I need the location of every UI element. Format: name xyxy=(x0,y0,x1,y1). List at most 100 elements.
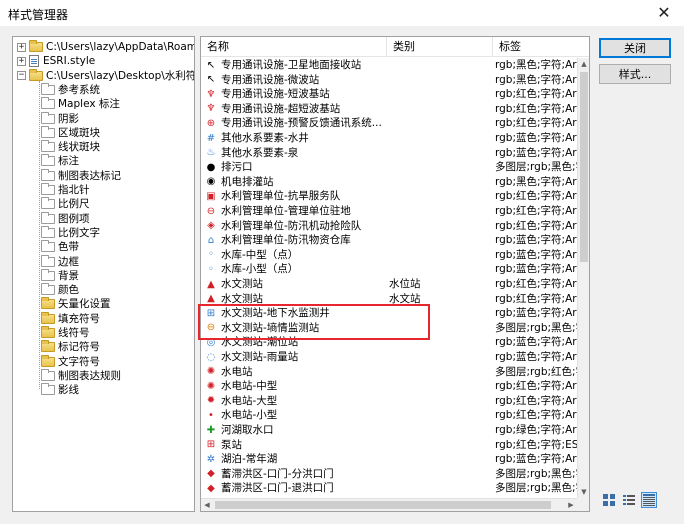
list-item[interactable]: ⊕ 专用通讯设施-预警反馈通讯系统... rgb;红色;字符;Arial xyxy=(201,116,577,131)
list-item[interactable]: ✚ 河湖取水口 rgb;绿色;字符;Arial xyxy=(201,423,577,438)
tree-child-item[interactable]: 比例文字 xyxy=(41,225,100,240)
list-item[interactable]: ♆ 专用通讯设施-短波基站 rgb;红色;字符;Arial xyxy=(201,87,577,102)
symbol-tags: rgb;红色;字符;Arial xyxy=(495,292,577,305)
list-item[interactable]: ✺ 水电站 多图层;rgb;红色;字 xyxy=(201,365,577,380)
list-item[interactable]: ◈ 水利管理单位-防汛机动抢险队 rgb;红色;字符;Arial xyxy=(201,219,577,234)
list-item[interactable]: ◦ 水库-小型（点） rgb;蓝色;字符;Arial xyxy=(201,262,577,277)
tree-child-item[interactable]: 制图表达规则 xyxy=(41,368,121,383)
scroll-down-icon[interactable]: ▼ xyxy=(578,486,589,498)
tree-child-item[interactable]: 参考系统 xyxy=(41,82,100,97)
tree-child-item[interactable]: 背景 xyxy=(41,268,79,283)
tree-item-label: 背景 xyxy=(58,269,79,282)
tree-child-item[interactable]: Maplex 标注 xyxy=(41,97,120,111)
symbol-category xyxy=(389,131,493,146)
list-item[interactable]: ✹ 水电站-大型 rgb;红色;字符;Arial xyxy=(201,394,577,409)
tree-child-item[interactable]: 色带 xyxy=(41,240,79,254)
list-item[interactable]: ♨ 其他水系要素-泉 rgb;蓝色;字符;Arial xyxy=(201,146,577,161)
folder-icon xyxy=(41,82,55,95)
tree-item-label: 边框 xyxy=(58,255,79,268)
tree-child-item[interactable]: 文字符号 xyxy=(41,354,100,369)
horizontal-scrollbar[interactable]: ◀ ▶ xyxy=(201,498,577,511)
tree-child-item[interactable]: 线符号 xyxy=(41,326,90,340)
scroll-up-icon[interactable]: ▲ xyxy=(578,58,589,70)
list-item[interactable]: ● 排污口 多图层;rgb;黑色;字 xyxy=(201,160,577,175)
close-button[interactable]: 关闭 xyxy=(599,38,671,58)
list-item[interactable]: ♆ 专用通讯设施-超短波基站 rgb;红色;字符;Arial xyxy=(201,102,577,117)
list-item[interactable]: ◆ 蓄滞洪区-口门-退洪口门 多图层;rgb;黑色;字 xyxy=(201,481,577,496)
tree-root-item[interactable]: − C:\Users\lazy\Desktop\水利符号库 xyxy=(17,68,194,83)
list-view-button[interactable] xyxy=(621,492,637,508)
tree-root-item[interactable]: + C:\Users\lazy\AppData\Roaming\E xyxy=(17,40,194,54)
column-header-category[interactable]: 类别 xyxy=(387,37,493,57)
tree-child-item[interactable]: 影线 xyxy=(41,383,79,397)
list-item[interactable]: ⌂ 水利管理单位-防汛物资仓库 rgb;蓝色;字符;Arial xyxy=(201,233,577,248)
symbol-name-cell: ⊞ 泵站 xyxy=(205,438,387,453)
tree-child-item[interactable]: 颜色 xyxy=(41,283,79,297)
list-item[interactable]: ⊖ 水文测站-墒情监测站 多图层;rgb;黑色;字 xyxy=(201,321,577,336)
large-icons-view-button[interactable] xyxy=(601,492,617,508)
symbol-name-cell: ✺ 水电站 xyxy=(205,365,387,380)
symbol-category xyxy=(389,116,493,131)
tree-child-item[interactable]: 线状斑块 xyxy=(41,140,100,154)
list-item[interactable]: ⊞ 水文测站-地下水监测井 rgb;蓝色;字符;Arial xyxy=(201,306,577,321)
symbol-name: 水利管理单位-抗旱服务队 xyxy=(221,190,341,203)
tree-child-item[interactable]: 标记符号 xyxy=(41,340,100,354)
expand-icon[interactable]: + xyxy=(17,42,26,52)
tree-item-label: Maplex 标注 xyxy=(58,98,120,111)
tree-root-item[interactable]: + ESRI.style xyxy=(17,54,95,68)
list-item[interactable]: ◦ 水库-中型（点） rgb;蓝色;字符;Arial xyxy=(201,248,577,263)
tree-child-item[interactable]: 制图表达标记 xyxy=(41,168,121,183)
vertical-scrollbar[interactable]: ▲ ▼ xyxy=(577,58,589,498)
tree-child-item[interactable]: 区域斑块 xyxy=(41,125,100,140)
symbol-tags: rgb;红色;字符;Arial xyxy=(495,88,577,101)
list-item[interactable]: # 其他水系要素-水井 rgb;蓝色;字符;Arial xyxy=(201,131,577,146)
tree-child-item[interactable]: 矢量化设置 xyxy=(41,297,111,311)
scroll-right-icon[interactable]: ▶ xyxy=(565,499,577,511)
symbol-name-cell: ✚ 河湖取水口 xyxy=(205,423,387,438)
list-item[interactable]: ↖ 专用通讯设施-微波站 rgb;黑色;字符;Arial xyxy=(201,73,577,88)
styles-button[interactable]: 样式... xyxy=(599,64,671,84)
style-tree[interactable]: + C:\Users\lazy\AppData\Roaming\E + ESRI.st… xyxy=(12,36,195,512)
column-header-tags[interactable]: 标签 xyxy=(493,37,589,57)
list-item[interactable]: ✺ 水电站-中型 rgb;红色;字符;Arial xyxy=(201,379,577,394)
list-item[interactable]: ◎ 水文测站-潮位站 rgb;蓝色;字符;Arial xyxy=(201,335,577,350)
list-item[interactable]: ◌ 水文测站-雨量站 rgb;蓝色;字符;Arial xyxy=(201,350,577,365)
column-header-name[interactable]: 名称 xyxy=(201,37,387,57)
tree-child-item[interactable]: 填充符号 xyxy=(41,311,100,326)
tree-child-item[interactable]: 指北针 xyxy=(41,183,90,197)
title-bar: 样式管理器 ✕ xyxy=(0,0,684,26)
folder-icon xyxy=(41,311,55,324)
symbol-name-cell: ◆ 蓄滞洪区-口门-分洪口门 xyxy=(205,467,387,482)
folder-icon xyxy=(29,68,43,81)
tree-item-label: 参考系统 xyxy=(58,83,100,96)
window-close-icon[interactable]: ✕ xyxy=(650,0,678,24)
details-view-button[interactable] xyxy=(641,492,657,508)
symbol-tags: rgb;红色;字符;Arial xyxy=(495,117,577,130)
list-item[interactable]: ▲ 水文测站 水文站 rgb;红色;字符;Arial xyxy=(201,292,577,307)
folder-icon xyxy=(41,140,55,153)
list-item[interactable]: ✲ 湖泊-常年湖 rgb;蓝色;字符;Arial xyxy=(201,452,577,467)
symbol-list[interactable]: 名称 类别 标签 ↖专用通讯设施-卫星地面接收站rgb;黑色;字符;Arial↖… xyxy=(200,36,590,512)
symbol-category: 水文站 xyxy=(389,292,421,305)
tree-child-item[interactable]: 图例项 xyxy=(41,211,90,226)
list-item[interactable]: ◆ 蓄滞洪区-口门-分洪口门 多图层;rgb;黑色;字 xyxy=(201,467,577,482)
list-item[interactable]: ◉ 机电排灌站 rgb;黑色;字符;Arial xyxy=(201,175,577,190)
expand-icon[interactable]: + xyxy=(17,56,26,66)
tree-child-item[interactable]: 比例尺 xyxy=(41,197,90,211)
tree-child-item[interactable]: 阴影 xyxy=(41,111,79,126)
tree-child-item[interactable]: 标注 xyxy=(41,154,79,168)
list-item[interactable]: ⊞ 泵站 rgb;红色;字符;ESR xyxy=(201,438,577,453)
collapse-icon[interactable]: − xyxy=(17,71,26,81)
list-item[interactable]: ▲ 水文测站 水位站 rgb;红色;字符;Arial xyxy=(201,277,577,292)
folder-icon xyxy=(41,168,55,181)
list-item[interactable]: ↖ 专用通讯设施-卫星地面接收站 rgb;黑色;字符;Arial xyxy=(201,58,577,73)
reservoir-medium-icon: ◦ xyxy=(208,249,214,261)
list-item[interactable]: • 水电站-小型 rgb;红色;字符;Arial xyxy=(201,408,577,423)
vertical-scroll-thumb[interactable] xyxy=(580,72,588,262)
scroll-left-icon[interactable]: ◀ xyxy=(201,499,213,511)
symbol-name: 专用通讯设施-预警反馈通讯系统... xyxy=(221,117,382,130)
list-item[interactable]: ⊖ 水利管理单位-管理单位驻地 rgb;红色;字符;Arial xyxy=(201,204,577,219)
tree-child-item[interactable]: 边框 xyxy=(41,254,79,269)
horizontal-scroll-thumb[interactable] xyxy=(215,501,551,509)
list-item[interactable]: ▣ 水利管理单位-抗旱服务队 rgb;红色;字符;Arial xyxy=(201,189,577,204)
